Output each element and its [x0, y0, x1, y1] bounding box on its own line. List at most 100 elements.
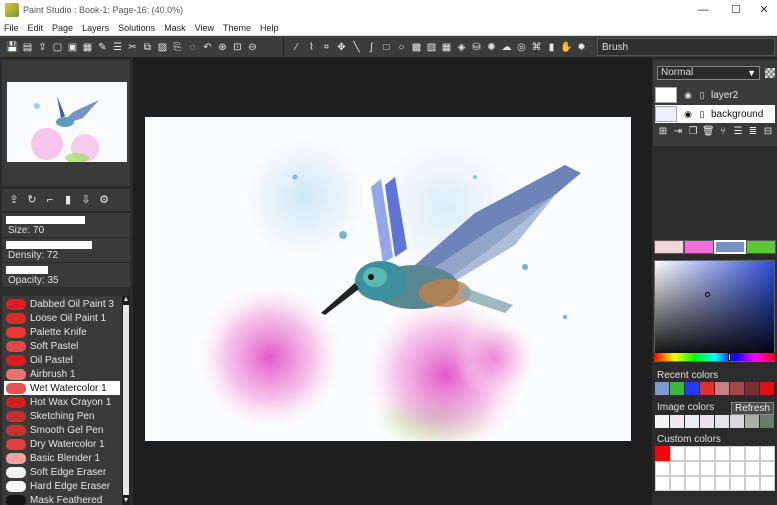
zoom-in-icon[interactable]: ⊕: [216, 41, 229, 54]
custom-color-swatch[interactable]: [655, 446, 670, 461]
merge-layer-icon[interactable]: ⑂: [717, 126, 729, 138]
recent-color-swatch[interactable]: [730, 382, 744, 395]
menu-file[interactable]: File: [4, 23, 19, 33]
menu-view[interactable]: View: [195, 23, 214, 33]
settings-icon[interactable]: ✹: [575, 41, 588, 54]
zoom-out-icon[interactable]: ⊖: [246, 41, 259, 54]
brush-tool-icon[interactable]: ✎: [96, 41, 109, 54]
custom-color-swatch[interactable]: [655, 461, 670, 476]
layer-properties-icon[interactable]: ⊟: [762, 126, 774, 138]
scissors-icon[interactable]: ✂: [126, 41, 139, 54]
custom-color-swatch[interactable]: [655, 476, 670, 491]
brush-item[interactable]: Mask Feathered: [4, 493, 120, 505]
brush-item[interactable]: Hard Edge Eraser: [4, 479, 120, 493]
custom-color-swatch[interactable]: [685, 461, 700, 476]
color-swatch[interactable]: [714, 240, 746, 254]
painting-canvas[interactable]: [145, 117, 631, 441]
color-swatch[interactable]: [654, 240, 684, 254]
menu-solutions[interactable]: Solutions: [118, 23, 155, 33]
custom-color-swatch[interactable]: [760, 461, 775, 476]
brush-item[interactable]: Palette Knife: [4, 325, 120, 339]
sparkle-icon[interactable]: ✺: [485, 41, 498, 54]
custom-color-swatch[interactable]: [730, 461, 745, 476]
custom-color-swatch[interactable]: [715, 476, 730, 491]
undo-icon[interactable]: ↶: [201, 41, 214, 54]
hand-icon[interactable]: ✋: [560, 41, 573, 54]
color-swatch[interactable]: [746, 240, 776, 254]
brush-name-field[interactable]: Brush: [597, 38, 775, 56]
hue-marker[interactable]: [728, 353, 731, 361]
color-swatch[interactable]: [684, 240, 714, 254]
copy-icon[interactable]: ⧉: [141, 41, 154, 54]
menu-layers[interactable]: Layers: [82, 23, 109, 33]
image-color-swatch[interactable]: [730, 415, 744, 428]
brush-item[interactable]: Basic Blender 1: [4, 451, 120, 465]
import-icon[interactable]: ⇩: [80, 194, 92, 206]
brush-item[interactable]: Dry Watercolor 1: [4, 437, 120, 451]
menu-help[interactable]: Help: [260, 23, 279, 33]
add-layer-icon[interactable]: ⊞: [657, 126, 669, 138]
import-layer-icon[interactable]: ⇥: [672, 126, 684, 138]
close-button[interactable]: ✕: [746, 0, 777, 20]
brush-item[interactable]: Loose Oil Paint 1: [4, 311, 120, 325]
paste-icon[interactable]: ▨: [156, 41, 169, 54]
clone-icon[interactable]: ⎘: [171, 41, 184, 54]
custom-color-swatch[interactable]: [745, 476, 760, 491]
brush-item[interactable]: Oil Pastel: [4, 353, 120, 367]
layer-row[interactable]: ◉ ▯ layer2: [655, 86, 775, 104]
image-color-swatch[interactable]: [655, 415, 669, 428]
recent-color-swatch[interactable]: [685, 382, 699, 395]
eye-icon[interactable]: ◉: [683, 109, 693, 120]
custom-color-swatch[interactable]: [745, 446, 760, 461]
recent-color-swatch[interactable]: [760, 382, 774, 395]
export-icon[interactable]: ⇪: [36, 41, 49, 54]
brush-item[interactable]: Soft Edge Eraser: [4, 465, 120, 479]
lock-icon[interactable]: ▯: [697, 109, 707, 120]
export-icon[interactable]: ⇪: [8, 194, 20, 206]
custom-color-swatch[interactable]: [670, 476, 685, 491]
crop-icon[interactable]: ⌗: [320, 41, 333, 54]
eraser-icon[interactable]: ▮: [545, 41, 558, 54]
density-slider[interactable]: Density: 72: [2, 238, 130, 262]
brush-item[interactable]: Wet Watercolor 1: [4, 381, 120, 395]
fit-icon[interactable]: ⊡: [231, 41, 244, 54]
page-settings-icon[interactable]: ▦: [81, 41, 94, 54]
custom-color-swatch[interactable]: [745, 461, 760, 476]
menu-edit[interactable]: Edit: [28, 23, 44, 33]
custom-color-swatch[interactable]: [670, 461, 685, 476]
menu-theme[interactable]: Theme: [223, 23, 251, 33]
brush-item[interactable]: Dabbed Oil Paint 3: [4, 297, 120, 311]
lock-icon[interactable]: ▯: [697, 90, 707, 101]
custom-color-swatch[interactable]: [670, 446, 685, 461]
brush-item[interactable]: Smooth Gel Pen: [4, 423, 120, 437]
recent-color-swatch[interactable]: [670, 382, 684, 395]
layer-row[interactable]: ◉ ▯ background: [655, 105, 775, 123]
eye-icon[interactable]: ◉: [683, 90, 693, 101]
image-color-swatch[interactable]: [670, 415, 684, 428]
line-icon[interactable]: ╲: [350, 41, 363, 54]
hue-slider[interactable]: [654, 353, 775, 361]
layer-order-icon[interactable]: ≣: [747, 126, 759, 138]
custom-color-swatch[interactable]: [730, 446, 745, 461]
delete-layer-icon[interactable]: 🗑: [702, 126, 715, 138]
blend-mode-dropdown[interactable]: Normal ▼: [657, 66, 760, 80]
fill-icon[interactable]: ▩: [410, 41, 423, 54]
image-color-swatch[interactable]: [685, 415, 699, 428]
pattern-icon[interactable]: ▦: [440, 41, 453, 54]
gradient-icon[interactable]: ▧: [425, 41, 438, 54]
custom-color-swatch[interactable]: [730, 476, 745, 491]
save-as-icon[interactable]: ▤: [21, 41, 34, 54]
recent-color-swatch[interactable]: [655, 382, 669, 395]
scroll-down-icon[interactable]: ▼: [122, 497, 130, 505]
move-icon[interactable]: ✥: [335, 41, 348, 54]
save-icon[interactable]: 💾: [6, 41, 19, 54]
navigator-thumbnail[interactable]: [7, 82, 127, 162]
document-icon[interactable]: ▣: [66, 41, 79, 54]
custom-color-swatch[interactable]: [700, 461, 715, 476]
recent-color-swatch[interactable]: [745, 382, 759, 395]
custom-color-swatch[interactable]: [715, 446, 730, 461]
minimize-button[interactable]: —: [685, 0, 721, 20]
custom-color-swatch[interactable]: [700, 476, 715, 491]
opacity-slider[interactable]: Opacity: 35: [2, 263, 130, 287]
smudge-icon[interactable]: ☁: [500, 41, 513, 54]
